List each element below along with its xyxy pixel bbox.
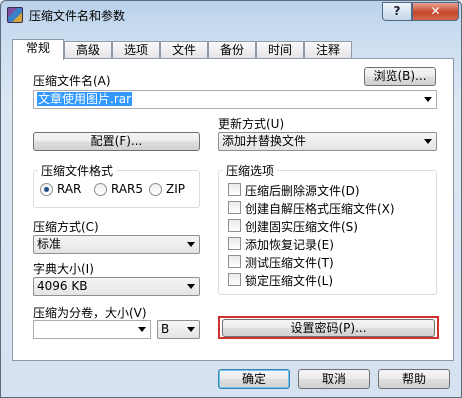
dictionary-size-value: 4096 KB xyxy=(37,279,88,293)
option-recovery-checkbox[interactable] xyxy=(228,237,241,250)
radio-rar5[interactable] xyxy=(94,183,107,196)
winrar-app-icon xyxy=(7,7,23,23)
archive-format-title: 压缩文件格式 xyxy=(38,162,117,179)
chevron-down-icon xyxy=(424,97,432,102)
radio-zip-label: ZIP xyxy=(166,182,185,196)
tab-options[interactable]: 选项 xyxy=(112,41,160,59)
chevron-down-icon xyxy=(187,327,195,332)
option-delete-after-label: 压缩后删除源文件(D) xyxy=(245,184,360,198)
compression-dialog: 压缩文件名和参数 ? ✕ 常规 高级 选项 文件 备份 时间 注释 压缩文件名(… xyxy=(0,0,462,398)
tab-advanced[interactable]: 高级 xyxy=(64,41,112,59)
help-title-button[interactable]: ? xyxy=(382,2,412,21)
compression-method-select[interactable]: 标准 xyxy=(33,235,200,254)
general-tab-panel: 压缩文件名(A) 浏览(B)... 文章使用图片.rar 配置(F)... 更新… xyxy=(12,58,454,361)
chevron-down-icon xyxy=(424,139,432,144)
option-test-checkbox[interactable] xyxy=(228,255,241,268)
cancel-button[interactable]: 取消 xyxy=(298,369,370,389)
ok-button[interactable]: 确定 xyxy=(218,369,290,389)
option-sfx-checkbox[interactable] xyxy=(228,201,241,214)
set-password-button[interactable]: 设置密码(P)... xyxy=(222,319,435,337)
profiles-button[interactable]: 配置(F)... xyxy=(33,132,200,151)
option-solid-checkbox[interactable] xyxy=(228,219,241,232)
help-button[interactable]: 帮助 xyxy=(378,369,450,389)
tab-files[interactable]: 文件 xyxy=(160,41,208,59)
option-lock-checkbox[interactable] xyxy=(228,273,241,286)
archive-name-label: 压缩文件名(A) xyxy=(33,74,111,88)
option-sfx-label: 创建自解压格式压缩文件(X) xyxy=(245,202,395,216)
split-volume-label: 压缩为分卷，大小(V) xyxy=(33,306,147,320)
title-bar[interactable]: 压缩文件名和参数 ? ✕ xyxy=(1,1,461,29)
chevron-down-icon xyxy=(187,284,195,289)
chevron-down-icon xyxy=(138,327,146,332)
dictionary-size-label: 字典大小(I) xyxy=(33,262,94,276)
split-unit-value: B xyxy=(161,322,170,336)
option-solid-label: 创建固实压缩文件(S) xyxy=(245,220,358,234)
compression-method-value: 标准 xyxy=(37,237,62,251)
archive-name-input[interactable]: 文章使用图片.rar xyxy=(33,90,437,109)
tab-general[interactable]: 常规 xyxy=(12,39,64,60)
radio-rar-label: RAR xyxy=(57,182,82,196)
window-title: 压缩文件名和参数 xyxy=(29,9,126,23)
tab-backup[interactable]: 备份 xyxy=(208,41,256,59)
update-mode-label: 更新方式(U) xyxy=(218,117,285,131)
close-button[interactable]: ✕ xyxy=(412,2,459,21)
browse-button[interactable]: 浏览(B)... xyxy=(364,67,436,86)
radio-rar5-label: RAR5 xyxy=(111,182,144,196)
radio-zip[interactable] xyxy=(149,183,162,196)
split-volume-input[interactable] xyxy=(33,320,151,339)
option-lock-label: 锁定压缩文件(L) xyxy=(245,274,334,288)
archive-name-value: 文章使用图片.rar xyxy=(37,92,133,106)
dictionary-size-select[interactable]: 4096 KB xyxy=(33,277,200,296)
update-mode-select[interactable]: 添加并替换文件 xyxy=(218,132,437,151)
option-test-label: 测试压缩文件(T) xyxy=(245,256,334,270)
split-unit-select[interactable]: B xyxy=(157,320,200,339)
tab-comment[interactable]: 注释 xyxy=(304,41,352,59)
radio-rar[interactable] xyxy=(40,183,53,196)
archiving-options-title: 压缩选项 xyxy=(223,162,278,179)
option-recovery-label: 添加恢复记录(E) xyxy=(245,238,334,252)
tab-time[interactable]: 时间 xyxy=(256,41,304,59)
option-delete-after-checkbox[interactable] xyxy=(228,183,241,196)
compression-method-label: 压缩方式(C) xyxy=(33,220,99,234)
update-mode-value: 添加并替换文件 xyxy=(222,134,307,148)
chevron-down-icon xyxy=(187,242,195,247)
